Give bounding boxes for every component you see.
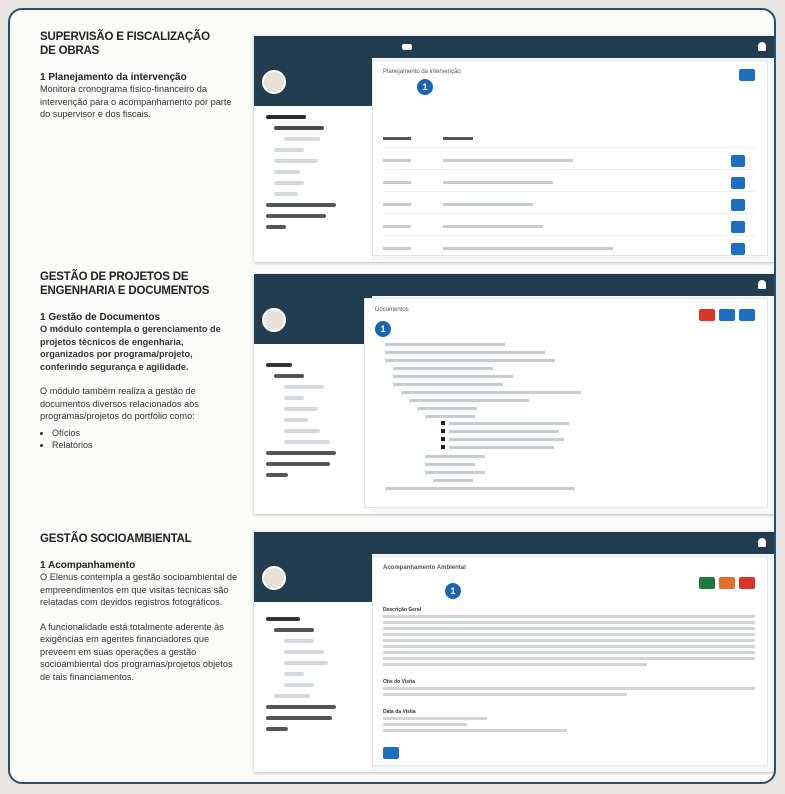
tree-item[interactable] [385, 351, 545, 354]
section-supervisao: SUPERVISÃO E FISCALIZAÇÃO DE OBRAS 1 Pla… [40, 30, 240, 121]
table-header [383, 133, 755, 148]
tree-item[interactable] [417, 407, 477, 410]
sidebar-header [254, 58, 372, 106]
panel-title: Documentos [375, 307, 409, 313]
tree-item[interactable] [385, 487, 575, 490]
tree-item[interactable] [385, 359, 555, 362]
table-row [383, 221, 755, 236]
field-label-description: Descrição Geral [383, 607, 422, 613]
section-projetos: GESTÃO DE PROJETOS DE ENGENHARIA E DOCUM… [40, 270, 240, 451]
notification-bell-icon[interactable] [758, 42, 766, 51]
app-sidebar [254, 58, 372, 262]
list-item: Relatórios [52, 439, 240, 451]
avatar[interactable] [262, 70, 286, 94]
section-title-line2: DE OBRAS [40, 45, 100, 57]
step-badge: 1 [375, 321, 391, 337]
add-button[interactable] [739, 69, 755, 81]
tree-item[interactable] [393, 367, 493, 370]
section-paragraph-bold: O módulo contempla o gerenciamento de pr… [40, 324, 221, 372]
section-subtitle: 1 Planejamento da intervenção [40, 72, 187, 83]
edit-button[interactable] [719, 577, 735, 589]
section-socioambiental: GESTÃO SOCIOAMBIENTAL 1 Acompanhamento O… [40, 532, 240, 683]
add-button[interactable] [739, 309, 755, 321]
screenshot-documentos: Documentos 1 [254, 274, 774, 514]
notification-bell-icon[interactable] [758, 538, 766, 547]
avatar[interactable] [262, 566, 286, 590]
section-title-line1: SUPERVISÃO E FISCALIZAÇÃO [40, 31, 210, 43]
delete-button[interactable] [739, 577, 755, 589]
row-action-button[interactable] [731, 155, 745, 167]
table-row [383, 177, 755, 192]
panel-title: Planejamento da intervenção [383, 69, 461, 75]
field-label-date: Data da Visita [383, 709, 416, 715]
row-action-button[interactable] [731, 199, 745, 211]
menu-icon[interactable] [402, 44, 412, 50]
tree-item[interactable] [425, 463, 475, 466]
tree-item[interactable] [425, 415, 475, 418]
screenshot-planejamento: Planejamento da intervenção 1 [254, 36, 774, 262]
tree-item[interactable] [401, 391, 581, 394]
slide-card: SUPERVISÃO E FISCALIZAÇÃO DE OBRAS 1 Pla… [8, 8, 776, 784]
notification-bell-icon[interactable] [758, 280, 766, 289]
section-subtitle: 1 Acompanhamento [40, 560, 136, 571]
approve-button[interactable] [699, 577, 715, 589]
section-title-line2: ENGENHARIA E DOCUMENTOS [40, 285, 210, 297]
app-topbar [254, 36, 774, 58]
app-sidebar [254, 296, 372, 514]
sidebar-header [254, 296, 372, 344]
content-panel: Acompanhamento Ambiental 1 Descrição Ger… [372, 556, 768, 766]
section-subtitle: 1 Gestão de Documentos [40, 312, 161, 323]
app-topbar [254, 532, 774, 554]
step-badge: 1 [417, 79, 433, 95]
tree-item[interactable] [449, 430, 559, 433]
tree-item[interactable] [425, 471, 485, 474]
content-panel: Documentos 1 [364, 298, 768, 508]
tree-item[interactable] [449, 446, 554, 449]
table-row [383, 243, 755, 258]
tree-item[interactable] [449, 422, 569, 425]
screenshot-acompanhamento: Acompanhamento Ambiental 1 Descrição Ger… [254, 532, 774, 772]
tree-item[interactable] [393, 383, 503, 386]
avatar[interactable] [262, 308, 286, 332]
tree-item[interactable] [393, 375, 513, 378]
row-action-button[interactable] [731, 177, 745, 189]
delete-button[interactable] [699, 309, 715, 321]
table-row [383, 199, 755, 214]
table-row [383, 155, 755, 170]
save-button[interactable] [383, 747, 399, 759]
edit-button[interactable] [719, 309, 735, 321]
section-paragraph: Monitora cronograma físico-financeiro da… [40, 84, 232, 119]
row-action-button[interactable] [731, 221, 745, 233]
panel-title: Acompanhamento Ambiental [383, 565, 466, 571]
app-topbar [254, 274, 774, 296]
tree-item[interactable] [433, 479, 473, 482]
app-sidebar [254, 554, 372, 772]
list-item: Ofícios [52, 427, 240, 439]
section-title-line1: GESTÃO SOCIOAMBIENTAL [40, 533, 192, 545]
section-title-line1: GESTÃO DE PROJETOS DE [40, 271, 189, 283]
tree-item[interactable] [385, 343, 505, 346]
bullet-list: Ofícios Relatórios [40, 427, 240, 451]
tree-item[interactable] [409, 399, 529, 402]
field-label-observation: Obs do Visita [383, 679, 415, 685]
section-paragraph: O Elenus contempla a gestão socioambient… [40, 572, 238, 607]
section-paragraph: O módulo também realiza a gestão de docu… [40, 386, 199, 421]
content-panel: Planejamento da intervenção 1 [372, 60, 768, 258]
tree-item[interactable] [449, 438, 564, 441]
tree-item[interactable] [425, 455, 485, 458]
row-action-button[interactable] [731, 243, 745, 255]
sidebar-header [254, 554, 372, 602]
section-paragraph-2: A funcionalidade está totalmente aderent… [40, 621, 233, 682]
step-badge: 1 [445, 583, 461, 599]
